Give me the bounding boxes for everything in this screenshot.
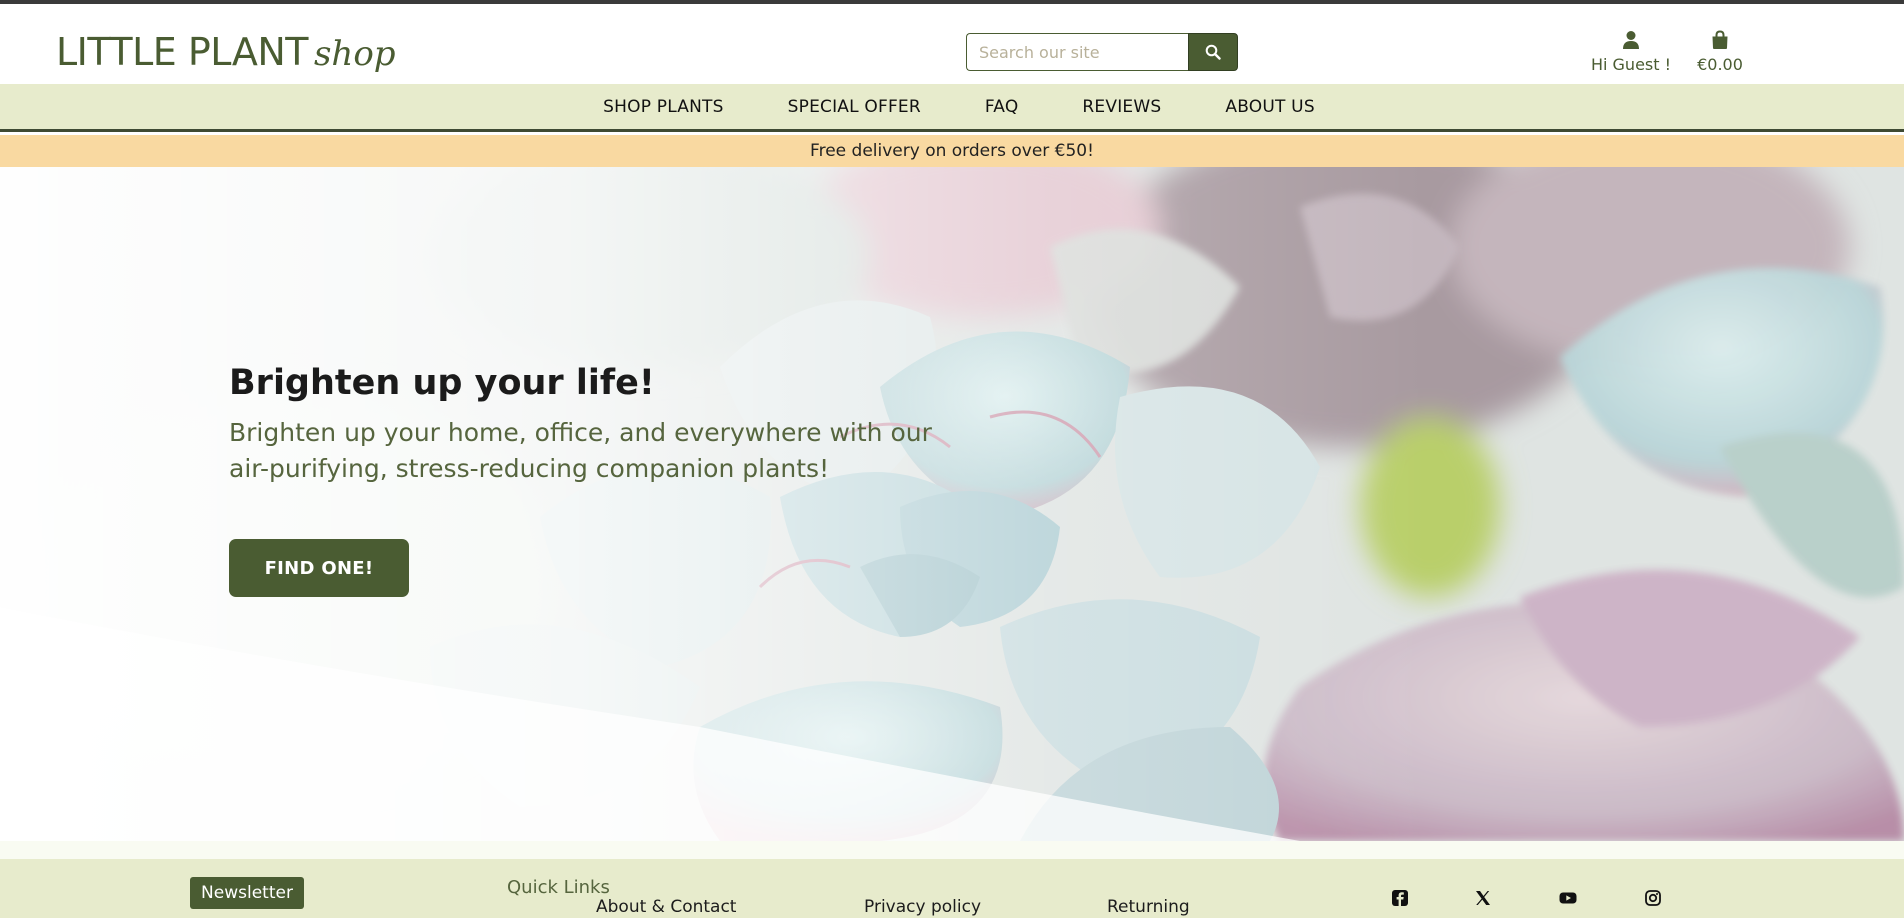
delivery-banner-text: Free delivery on orders over €50! [810, 141, 1094, 161]
youtube-icon[interactable] [1559, 889, 1577, 907]
hero-subtitle: Brighten up your home, office, and every… [229, 418, 932, 483]
account-link[interactable]: Hi Guest ! [1580, 30, 1682, 76]
bag-total: €0.00 [1697, 55, 1743, 74]
quick-links-title: Quick Links [507, 877, 610, 898]
logo-text: LITTLE PLANT [56, 30, 308, 74]
footer-link-about-contact[interactable]: About & Contact [596, 897, 736, 917]
nav-item-faq[interactable]: FAQ [953, 97, 1051, 117]
delivery-banner: Free delivery on orders over €50! [0, 135, 1904, 167]
nav-item-about-us[interactable]: ABOUT US [1193, 97, 1346, 117]
hero-background-image [0, 167, 1904, 841]
hero-title: Brighten up your life! [229, 363, 655, 403]
nav-item-shop-plants[interactable]: SHOP PLANTS [571, 97, 755, 117]
account-greeting: Hi Guest ! [1590, 55, 1672, 74]
section-divider [0, 841, 1904, 859]
shopping-bag-link[interactable]: €0.00 [1692, 30, 1748, 76]
search-button[interactable] [1188, 33, 1238, 71]
hero-section: Brighten up your life! Brighten up your … [0, 167, 1904, 841]
newsletter-button[interactable]: Newsletter [190, 877, 304, 909]
nav-item-reviews[interactable]: REVIEWS [1050, 97, 1193, 117]
footer-link-privacy-policy[interactable]: Privacy policy [864, 897, 981, 917]
x-icon[interactable] [1474, 889, 1492, 907]
main-navigation: SHOP PLANTS SPECIAL OFFER FAQ REVIEWS AB… [0, 84, 1904, 132]
site-logo[interactable]: LITTLE PLANT shop [56, 30, 396, 80]
find-one-button[interactable]: FIND ONE! [229, 539, 409, 597]
shopping-bag-icon [1692, 30, 1748, 52]
search-input[interactable] [966, 33, 1188, 71]
search-form [966, 33, 1238, 71]
site-footer: Newsletter Quick Links About & Contact P… [0, 859, 1904, 918]
instagram-icon[interactable] [1644, 889, 1662, 907]
nav-item-special-offer[interactable]: SPECIAL OFFER [756, 97, 953, 117]
site-header: LITTLE PLANTshop Hi Guest ! €0.00 [0, 4, 1904, 84]
logo-subtext: shop [313, 34, 396, 74]
user-icon [1580, 30, 1682, 52]
facebook-icon[interactable] [1391, 889, 1409, 907]
footer-link-returning[interactable]: Returning [1107, 897, 1190, 917]
search-icon [1205, 44, 1221, 60]
